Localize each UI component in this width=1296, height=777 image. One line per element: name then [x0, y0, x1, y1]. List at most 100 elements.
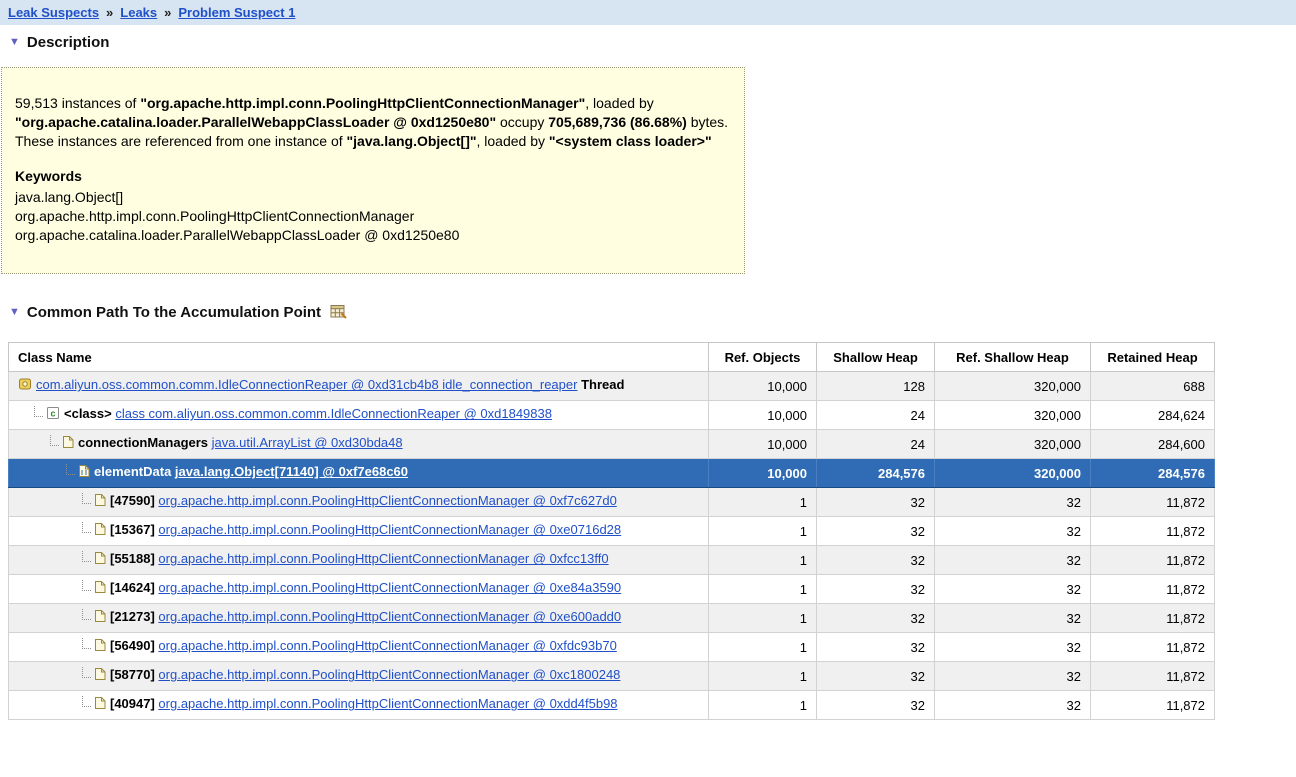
collapse-arrow-icon[interactable]: ▼: [9, 37, 20, 48]
object-icon: [94, 522, 106, 539]
field-name-label: connectionManagers: [78, 435, 212, 451]
num-cell-ref-shallow-heap: 320,000: [934, 429, 1091, 459]
object-link[interactable]: org.apache.http.impl.conn.PoolingHttpCli…: [158, 696, 617, 711]
column-header: Ref. Shallow Heap: [934, 342, 1091, 372]
num-cell-retained-heap: 284,576: [1090, 458, 1215, 488]
object-link[interactable]: java.lang.Object[71140] @ 0xf7e68c60: [175, 464, 408, 479]
num-cell-shallow-heap: 128: [816, 371, 935, 401]
object-link[interactable]: org.apache.http.impl.conn.PoolingHttpCli…: [158, 493, 616, 508]
table-row[interactable]: [47590] org.apache.http.impl.conn.Poolin…: [8, 487, 1215, 517]
tree-elbow: [82, 492, 91, 504]
field-name-label: [47590]: [110, 493, 159, 509]
tree-elbow: [82, 608, 91, 620]
table-row[interactable]: connectionManagers java.util.ArrayList @…: [8, 429, 1215, 459]
collapse-arrow-icon[interactable]: ▼: [9, 307, 20, 318]
column-header: Class Name: [8, 342, 709, 372]
num-cell-ref-shallow-heap: 320,000: [934, 371, 1091, 401]
object-icon: [94, 609, 106, 626]
object-icon: [94, 580, 106, 597]
table-row[interactable]: [21273] org.apache.http.impl.conn.Poolin…: [8, 603, 1215, 633]
breadcrumb-link-leaks[interactable]: Leaks: [120, 5, 157, 20]
object-icon: [94, 551, 106, 568]
array-icon: [78, 464, 90, 481]
breadcrumb-link-leak-suspects[interactable]: Leak Suspects: [8, 5, 99, 20]
num-cell-ref-objects: 1: [708, 545, 817, 575]
object-icon: [94, 667, 106, 684]
description-text: 59,513 instances of "org.apache.http.imp…: [15, 95, 729, 149]
num-cell-retained-heap: 11,872: [1090, 690, 1215, 720]
table-row[interactable]: [40947] org.apache.http.impl.conn.Poolin…: [8, 690, 1215, 720]
class-icon: c: [46, 406, 60, 423]
table-row[interactable]: com.aliyun.oss.common.comm.IdleConnectio…: [8, 371, 1215, 401]
num-cell-shallow-heap: 24: [816, 400, 935, 430]
num-cell-retained-heap: 11,872: [1090, 661, 1215, 691]
num-cell-retained-heap: 11,872: [1090, 632, 1215, 662]
object-link[interactable]: org.apache.http.impl.conn.PoolingHttpCli…: [158, 580, 621, 595]
num-cell-shallow-heap: 32: [816, 632, 935, 662]
num-cell-ref-objects: 1: [708, 603, 817, 633]
path-table: Class Name Ref. Objects Shallow Heap Ref. S…: [8, 342, 1215, 720]
breadcrumb-separator: »: [106, 5, 114, 20]
num-cell-retained-heap: 11,872: [1090, 516, 1215, 546]
class-name-cell: [58770] org.apache.http.impl.conn.Poolin…: [8, 661, 709, 691]
num-cell-ref-objects: 1: [708, 690, 817, 720]
num-cell-retained-heap: 284,600: [1090, 429, 1215, 459]
num-cell-retained-heap: 11,872: [1090, 545, 1215, 575]
description-box: 59,513 instances of "org.apache.http.imp…: [1, 67, 745, 274]
tree-elbow: [82, 695, 91, 707]
keyword-item: java.lang.Object[]: [15, 189, 124, 205]
column-header: Ref. Objects: [708, 342, 817, 372]
object-link[interactable]: org.apache.http.impl.conn.PoolingHttpCli…: [158, 522, 621, 537]
num-cell-ref-objects: 1: [708, 487, 817, 517]
path-section-header[interactable]: ▼ Common Path To the Accumulation Point: [0, 294, 1296, 326]
num-cell-ref-objects: 1: [708, 574, 817, 604]
object-link[interactable]: org.apache.http.impl.conn.PoolingHttpCli…: [158, 609, 621, 624]
class-name-cell: elementData java.lang.Object[71140] @ 0x…: [8, 458, 709, 488]
keyword-item: org.apache.catalina.loader.ParallelWebap…: [15, 227, 460, 243]
thread-icon: [18, 377, 32, 394]
num-cell-ref-shallow-heap: 320,000: [934, 458, 1091, 488]
field-name-label: [55188]: [110, 551, 159, 567]
object-link[interactable]: org.apache.http.impl.conn.PoolingHttpCli…: [158, 638, 616, 653]
path-table-header-row: Class Name Ref. Objects Shallow Heap Ref. S…: [8, 342, 1215, 372]
num-cell-ref-shallow-heap: 32: [934, 690, 1091, 720]
field-name-label: <class>: [64, 406, 116, 422]
accumulation-point-icon: [330, 304, 347, 323]
breadcrumb-link-problem-suspect-1[interactable]: Problem Suspect 1: [178, 5, 295, 20]
num-cell-retained-heap: 688: [1090, 371, 1215, 401]
num-cell-ref-shallow-heap: 32: [934, 632, 1091, 662]
table-row[interactable]: elementData java.lang.Object[71140] @ 0x…: [8, 458, 1215, 488]
field-name-label: [21273]: [110, 609, 159, 625]
table-row[interactable]: c <class> class com.aliyun.oss.common.com…: [8, 400, 1215, 430]
tree-elbow: [34, 405, 43, 417]
num-cell-ref-shallow-heap: 32: [934, 603, 1091, 633]
object-link[interactable]: org.apache.http.impl.conn.PoolingHttpCli…: [158, 551, 608, 566]
class-name-cell: c <class> class com.aliyun.oss.common.com…: [8, 400, 709, 430]
table-row[interactable]: [58770] org.apache.http.impl.conn.Poolin…: [8, 661, 1215, 691]
num-cell-ref-objects: 10,000: [708, 371, 817, 401]
object-link[interactable]: java.util.ArrayList @ 0xd30bda48: [212, 435, 403, 450]
table-row[interactable]: [56490] org.apache.http.impl.conn.Poolin…: [8, 632, 1215, 662]
class-name-cell: [55188] org.apache.http.impl.conn.Poolin…: [8, 545, 709, 575]
num-cell-shallow-heap: 284,576: [816, 458, 935, 488]
table-row[interactable]: [55188] org.apache.http.impl.conn.Poolin…: [8, 545, 1215, 575]
class-name-cell: connectionManagers java.util.ArrayList @…: [8, 429, 709, 459]
keyword-item: org.apache.http.impl.conn.PoolingHttpCli…: [15, 208, 415, 224]
object-link[interactable]: org.apache.http.impl.conn.PoolingHttpCli…: [158, 667, 620, 682]
field-name-label: [15367]: [110, 522, 159, 538]
num-cell-retained-heap: 11,872: [1090, 603, 1215, 633]
description-section-header[interactable]: ▼ Description: [0, 25, 1296, 55]
num-cell-ref-shallow-heap: 32: [934, 661, 1091, 691]
keywords-list: java.lang.Object[] org.apache.http.impl.c…: [15, 188, 730, 245]
object-icon: [62, 435, 74, 452]
field-name-label: elementData: [94, 464, 175, 480]
tree-elbow: [82, 521, 91, 533]
class-name-cell: [14624] org.apache.http.impl.conn.Poolin…: [8, 574, 709, 604]
column-header: Retained Heap: [1090, 342, 1215, 372]
object-link[interactable]: com.aliyun.oss.common.comm.IdleConnectio…: [36, 377, 577, 392]
table-row[interactable]: [14624] org.apache.http.impl.conn.Poolin…: [8, 574, 1215, 604]
table-row[interactable]: [15367] org.apache.http.impl.conn.Poolin…: [8, 516, 1215, 546]
object-icon: [94, 696, 106, 713]
tree-elbow: [82, 579, 91, 591]
object-link[interactable]: class com.aliyun.oss.common.comm.IdleCon…: [115, 406, 552, 421]
